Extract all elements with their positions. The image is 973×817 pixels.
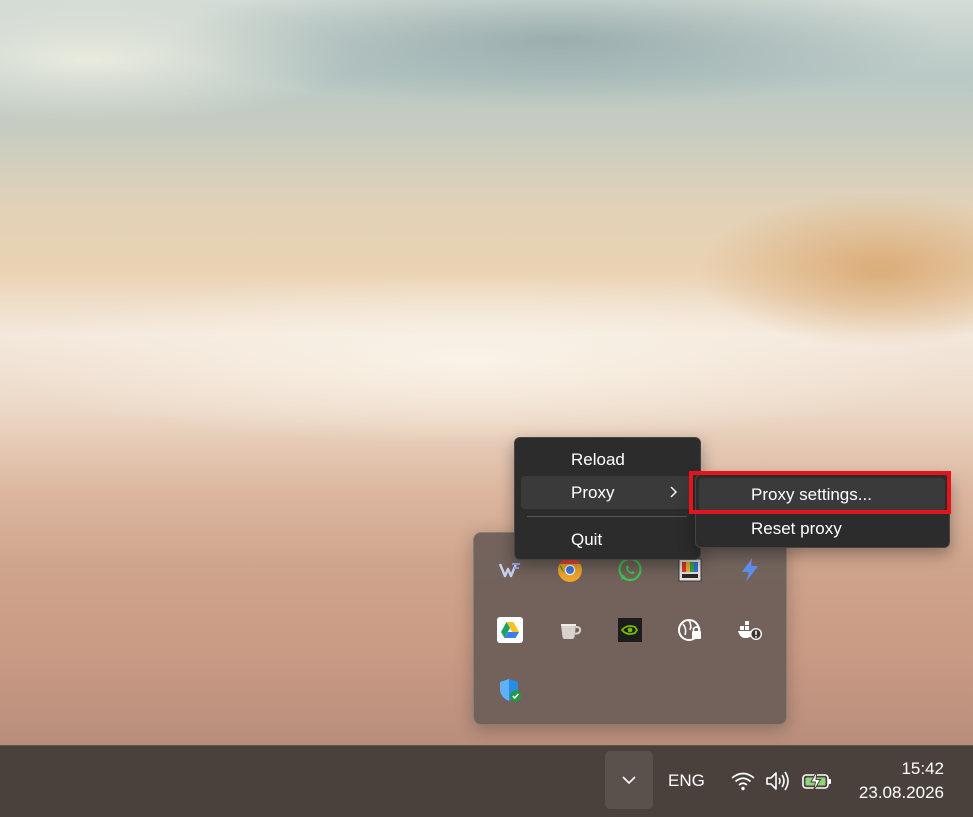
google-drive-icon[interactable] [497, 617, 523, 643]
windows-security-icon[interactable] [497, 677, 523, 703]
menu-item-reload-label: Reload [571, 449, 625, 469]
chevron-down-icon [621, 773, 637, 791]
clock-date: 23.08.2026 [858, 783, 944, 802]
show-hidden-icons-button[interactable] [605, 751, 653, 809]
clock-button[interactable]: 15:42 23.08.2026 [852, 756, 948, 808]
input-language-indicator[interactable]: ENG [668, 771, 705, 791]
taskbar: ENG 15:42 23.08.2026 [0, 745, 973, 817]
whatsapp-icon[interactable] [617, 557, 643, 583]
battery-charging-icon [802, 770, 832, 797]
colorful-app-icon[interactable] [677, 557, 703, 583]
docker-warning-icon[interactable] [737, 617, 763, 643]
coffee-cup-icon[interactable] [557, 617, 583, 643]
menu-item-reset-proxy-label: Reset proxy [751, 518, 842, 538]
chevron-right-icon [669, 484, 679, 504]
lightning-app-icon[interactable] [737, 557, 763, 583]
google-chrome-canary-icon[interactable] [557, 557, 583, 583]
clock-time: 15:42 [901, 759, 944, 778]
tray-overflow-flyout [473, 532, 787, 725]
volume-icon [765, 770, 791, 797]
vpn-lock-icon[interactable] [677, 617, 703, 643]
menu-item-reset-proxy[interactable]: Reset proxy [699, 513, 945, 544]
menu-divider [527, 516, 687, 517]
tray-context-menu: Reload Proxy Quit [514, 437, 701, 560]
menu-item-proxy-label: Proxy [571, 482, 615, 502]
menu-item-quit-label: Quit [571, 529, 603, 549]
highlight-annotation-box [689, 471, 951, 514]
menu-item-reload[interactable]: Reload [521, 443, 693, 476]
nvidia-icon[interactable] [617, 617, 643, 643]
menu-item-quit[interactable]: Quit [521, 524, 693, 555]
winrar-icon[interactable] [497, 557, 523, 583]
quick-settings-button[interactable] [730, 768, 832, 797]
menu-item-proxy[interactable]: Proxy [521, 476, 693, 509]
wifi-icon [730, 770, 756, 797]
